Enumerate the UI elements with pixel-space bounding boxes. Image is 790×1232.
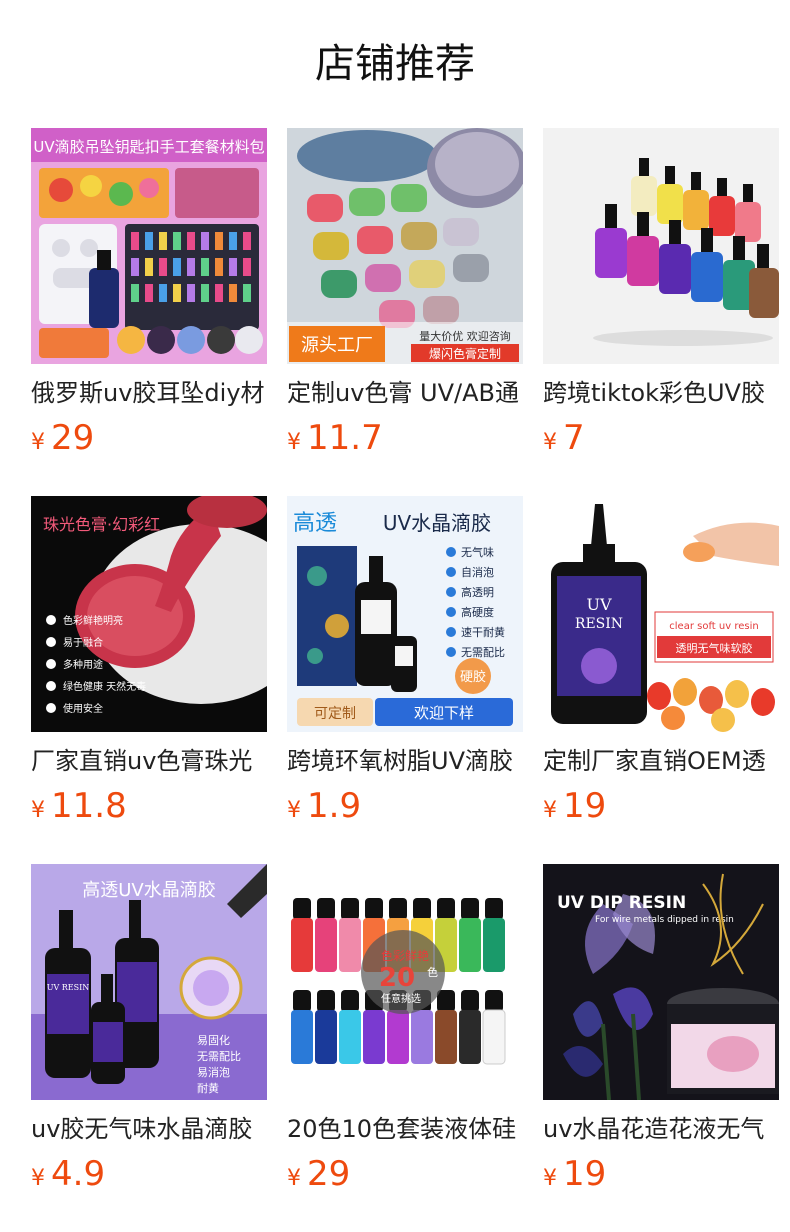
product-image[interactable]: 高透UV水晶滴胶 UV RESIN 易固化 无需配比 易消泡 耐黄 (31, 864, 267, 1100)
image-caption: 无需配比 (197, 1050, 241, 1063)
product-name[interactable]: 定制厂家直销OEM透 (543, 744, 779, 778)
product-price: ¥11.8 (31, 786, 127, 832)
image-caption: 色彩鲜艳 (381, 948, 429, 963)
product-grid: UV滴胶吊坠钥匙扣手工套餐材料包 俄罗斯uv胶耳坠diy材 ¥29 源头工厂 量… (0, 0, 790, 1232)
image-caption: 源头工厂 (301, 335, 373, 356)
image-caption: 色彩鲜艳明亮 (63, 614, 123, 627)
product-name[interactable]: uv水晶花造花液无气 (543, 1112, 779, 1146)
image-caption: 任意挑选 (381, 992, 421, 1005)
product-name[interactable]: uv胶无气味水晶滴胶 (31, 1112, 267, 1146)
product-price: ¥19 (543, 1154, 606, 1200)
image-caption: 色 (427, 965, 438, 979)
image-caption: UV RESIN (47, 983, 90, 992)
currency-symbol: ¥ (543, 1166, 557, 1191)
image-caption: 高透UV水晶滴胶 (82, 880, 216, 901)
price-value: 29 (307, 1154, 351, 1194)
price-value: 4.9 (51, 1154, 106, 1194)
product-price: ¥11.7 (287, 418, 383, 464)
image-caption: 使用安全 (63, 702, 103, 715)
currency-symbol: ¥ (287, 798, 301, 823)
image-caption: 硬胶 (460, 669, 486, 685)
image-caption: clear soft uv resin (669, 621, 758, 632)
image-caption: UV DIP RESIN (557, 893, 686, 913)
product-image[interactable]: 源头工厂 量大价优 欢迎咨询 爆闪色膏定制 (287, 128, 523, 364)
image-caption: UV水晶滴胶 (383, 511, 491, 535)
image-caption: 量大价优 欢迎咨询 (419, 329, 511, 343)
image-caption: RESIN (575, 616, 623, 632)
image-caption: 自消泡 (461, 565, 494, 579)
image-caption: UV (586, 595, 611, 614)
image-caption: 高硬度 (461, 605, 494, 619)
currency-symbol: ¥ (31, 1166, 45, 1191)
price-value: 11.8 (51, 786, 127, 826)
price-value: 29 (51, 418, 95, 458)
product-image[interactable]: 珠光色膏·幻彩红 色彩鲜艳明亮 易于融合 多种用途 绿色健康 天然无毒 使用安全 (31, 496, 267, 732)
price-value: 7 (563, 418, 585, 458)
image-caption: UV滴胶吊坠钥匙扣手工套餐材料包 (33, 138, 264, 156)
product-name[interactable]: 定制uv色膏 UV/AB通 (287, 376, 523, 410)
product-image[interactable]: 色彩鲜艳 20 色 任意挑选 (287, 864, 523, 1100)
image-caption: 易固化 (197, 1033, 230, 1047)
price-value: 19 (563, 786, 607, 826)
image-caption: 无气味 (461, 545, 494, 559)
image-caption: 欢迎下样 (414, 704, 474, 722)
product-price: ¥1.9 (287, 786, 361, 832)
product-image[interactable]: UV DIP RESIN For wire metals dipped in r… (543, 864, 779, 1100)
image-caption: 绿色健康 天然无毒 (63, 680, 146, 693)
product-name[interactable]: 20色10色套装液体硅 (287, 1112, 523, 1146)
currency-symbol: ¥ (31, 798, 45, 823)
image-caption: 易消泡 (197, 1065, 230, 1079)
product-image[interactable] (543, 128, 779, 364)
product-image[interactable]: UV滴胶吊坠钥匙扣手工套餐材料包 (31, 128, 267, 364)
currency-symbol: ¥ (287, 430, 301, 455)
product-price: ¥19 (543, 786, 606, 832)
price-value: 11.7 (307, 418, 383, 458)
product-price: ¥7 (543, 418, 585, 464)
image-caption: 无需配比 (461, 646, 505, 659)
image-caption: 多种用途 (63, 658, 103, 671)
price-value: 19 (563, 1154, 607, 1194)
product-name[interactable]: 跨境tiktok彩色UV胶 (543, 376, 779, 410)
product-image[interactable]: UV RESIN clear soft uv resin 透明无气味软胶 (543, 496, 779, 732)
product-name[interactable]: 俄罗斯uv胶耳坠diy材 (31, 376, 267, 410)
product-price: ¥29 (287, 1154, 350, 1200)
product-price: ¥29 (31, 418, 94, 464)
image-caption: For wire metals dipped in resin (595, 915, 734, 925)
currency-symbol: ¥ (31, 430, 45, 455)
image-caption: 20 (379, 963, 415, 993)
image-caption: 速干耐黄 (461, 625, 505, 639)
currency-symbol: ¥ (543, 798, 557, 823)
product-name[interactable]: 厂家直销uv色膏珠光 (31, 744, 267, 778)
currency-symbol: ¥ (543, 430, 557, 455)
image-caption: 珠光色膏·幻彩红 (43, 515, 160, 534)
image-caption: 爆闪色膏定制 (429, 346, 501, 361)
product-image[interactable]: 高透 UV水晶滴胶 无气味 自消泡 高透明 高硬度 速干耐黄 无需配比 硬胶 可… (287, 496, 523, 732)
currency-symbol: ¥ (287, 1166, 301, 1191)
image-caption: 高透明 (461, 585, 494, 599)
price-value: 1.9 (307, 786, 362, 826)
image-caption: 高透 (293, 511, 337, 536)
image-caption: 易于融合 (63, 636, 103, 649)
product-price: ¥4.9 (31, 1154, 105, 1200)
product-name[interactable]: 跨境环氧树脂UV滴胶 (287, 744, 523, 778)
image-caption: 透明无气味软胶 (676, 641, 753, 655)
image-caption: 可定制 (314, 706, 356, 722)
image-caption: 耐黄 (197, 1081, 219, 1095)
